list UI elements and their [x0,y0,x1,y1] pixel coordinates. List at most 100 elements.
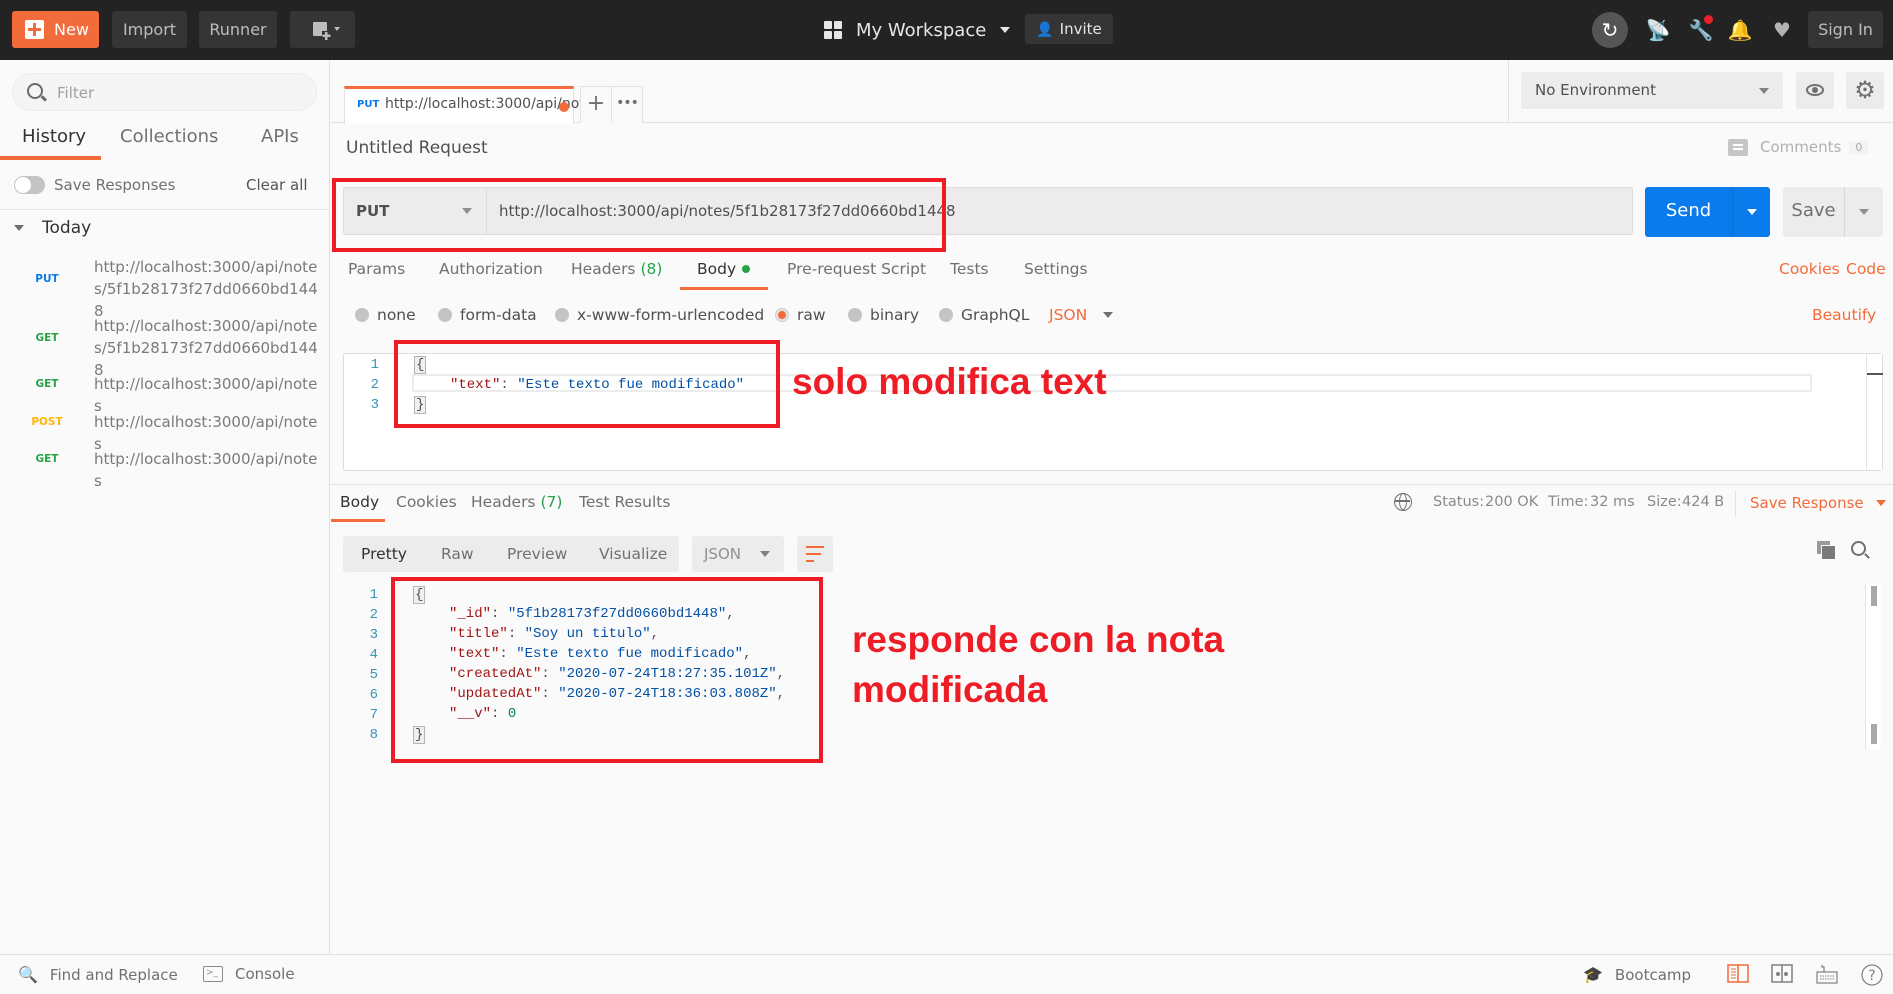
sidebar-tab-history[interactable]: History [22,126,86,147]
url-input[interactable] [487,187,1633,235]
comma: , [650,626,660,642]
body-type-graphql[interactable]: GraphQL [939,306,1029,324]
new-button[interactable]: New [12,11,99,48]
view-visualize[interactable]: Visualize [599,545,667,563]
code-link[interactable]: Code [1846,260,1886,278]
save-options-icon[interactable] [1859,209,1869,215]
body-type-raw[interactable]: raw [775,306,826,324]
save-button[interactable]: Save [1783,187,1883,237]
filter-input[interactable] [57,82,307,104]
sync-off-icon[interactable]: ↻ [1592,12,1628,48]
save-label: Save [1791,200,1836,221]
comments-button[interactable]: Comments 0 [1728,138,1869,156]
help-icon[interactable]: ? [1861,964,1883,986]
clear-all-button[interactable]: Clear all [246,176,308,194]
view-raw[interactable]: Raw [441,545,474,563]
response-tab-test-results[interactable]: Test Results [579,493,670,511]
response-format-select[interactable]: JSON [692,536,784,572]
two-pane-view-icon[interactable] [1727,964,1749,984]
new-tab-button[interactable]: + [580,86,612,123]
editor-scrollbar[interactable] [1866,354,1883,470]
send-options-icon[interactable] [1747,209,1757,215]
tab-body[interactable]: Body [697,260,751,278]
satellite-icon[interactable]: 📡 [1645,17,1671,43]
environment-quick-look-button[interactable] [1796,72,1834,109]
json-value: "2020-07-24T18:27:35.101Z" [558,666,777,682]
keyboard-shortcuts-icon[interactable] [1816,964,1838,984]
bootcamp-button[interactable]: 🎓 Bootcamp [1583,965,1691,984]
beautify-link[interactable]: Beautify [1812,306,1876,324]
group-label: Today [42,218,92,238]
line-number: 2 [369,607,378,623]
active-tab-underline [331,519,385,522]
body-type-none[interactable]: none [355,306,416,324]
save-response-button[interactable]: Save Response [1750,494,1886,512]
response-tab-headers[interactable]: Headers (7) [471,493,562,511]
body-type-form-data[interactable]: form-data [438,306,537,324]
plus-icon [25,20,44,39]
sign-in-button[interactable]: Sign In [1808,11,1883,48]
tab-headers[interactable]: Headers (8) [571,260,662,278]
chevron-down-icon [1875,500,1886,506]
response-tab-cookies[interactable]: Cookies [396,493,457,511]
copy-icon[interactable] [1817,541,1836,560]
tab-authorization[interactable]: Authorization [439,260,543,278]
request-name[interactable]: Untitled Request [346,138,488,158]
history-method: PUT [35,273,59,285]
workspace-switcher[interactable]: My Workspace [824,14,1011,46]
line-number: 3 [370,397,379,413]
invite-button[interactable]: 👤 Invite [1025,14,1113,44]
json-key: "_id" [449,606,492,622]
raw-format-select[interactable]: JSON [1049,306,1114,324]
tab-params[interactable]: Params [348,260,405,278]
find-icon: 🔍 [18,965,38,984]
tab-options-button[interactable]: ••• [612,86,643,123]
import-button[interactable]: Import [112,11,187,48]
find-and-replace-button[interactable]: 🔍 Find and Replace [18,965,178,984]
console-button[interactable]: >_ Console [203,965,295,983]
history-method: GET [35,378,59,390]
response-scrollbar[interactable] [1865,584,1881,749]
code-line: { [413,586,426,604]
history-method: GET [35,453,59,465]
wrench-icon[interactable]: 🔧 [1688,15,1714,43]
size-value: 424 B [1682,494,1725,510]
split-view-icon[interactable] [1771,964,1793,984]
filter-field[interactable] [12,73,317,111]
save-responses-toggle[interactable] [14,176,45,194]
tab-prerequest-script[interactable]: Pre-request Script [787,260,926,278]
body-type-urlencoded[interactable]: x-www-form-urlencoded [555,306,764,324]
sidebar-tab-apis[interactable]: APIs [261,126,299,147]
runner-button[interactable]: Runner [199,11,277,48]
tab-settings[interactable]: Settings [1024,260,1088,278]
history-url: http://localhost:3000/api/notes/5f1b2817… [94,317,318,379]
annotation-request-note: solo modifica text [792,361,1107,402]
divider [0,209,330,210]
cookies-link[interactable]: Cookies [1779,260,1840,278]
tab-tests[interactable]: Tests [950,260,989,278]
json-value: "Este texto fue modificado" [517,377,745,393]
sidebar-tab-collections[interactable]: Collections [120,126,218,147]
bell-icon[interactable]: 🔔 [1727,17,1753,43]
history-group-today[interactable]: Today [14,218,91,238]
send-button[interactable]: Send [1645,187,1770,237]
method-select[interactable]: PUT [343,187,487,235]
heart-icon[interactable]: ♥ [1769,17,1795,43]
response-tab-body[interactable]: Body [340,493,379,511]
active-tab-underline [0,156,101,160]
view-preview[interactable]: Preview [507,545,567,563]
search-icon[interactable] [1851,541,1866,556]
request-body-editor[interactable]: 1 2 3 { "text": "Este texto fue modifica… [343,353,1883,471]
body-type-binary[interactable]: binary [848,306,919,324]
manage-environments-button[interactable]: ⚙ [1846,72,1884,109]
new-window-button[interactable] [290,11,355,48]
globe-icon[interactable] [1394,493,1412,511]
tab-headers-label: Headers [571,260,636,278]
request-tab[interactable]: PUT http://localhost:3000/api/notes... [344,86,614,124]
divider [1844,187,1845,237]
add-user-icon: 👤 [1036,22,1054,38]
chevron-down-icon [760,551,770,557]
environment-select[interactable]: No Environment [1521,72,1783,109]
wrap-lines-button[interactable] [797,536,833,572]
view-pretty[interactable]: Pretty [361,545,407,563]
